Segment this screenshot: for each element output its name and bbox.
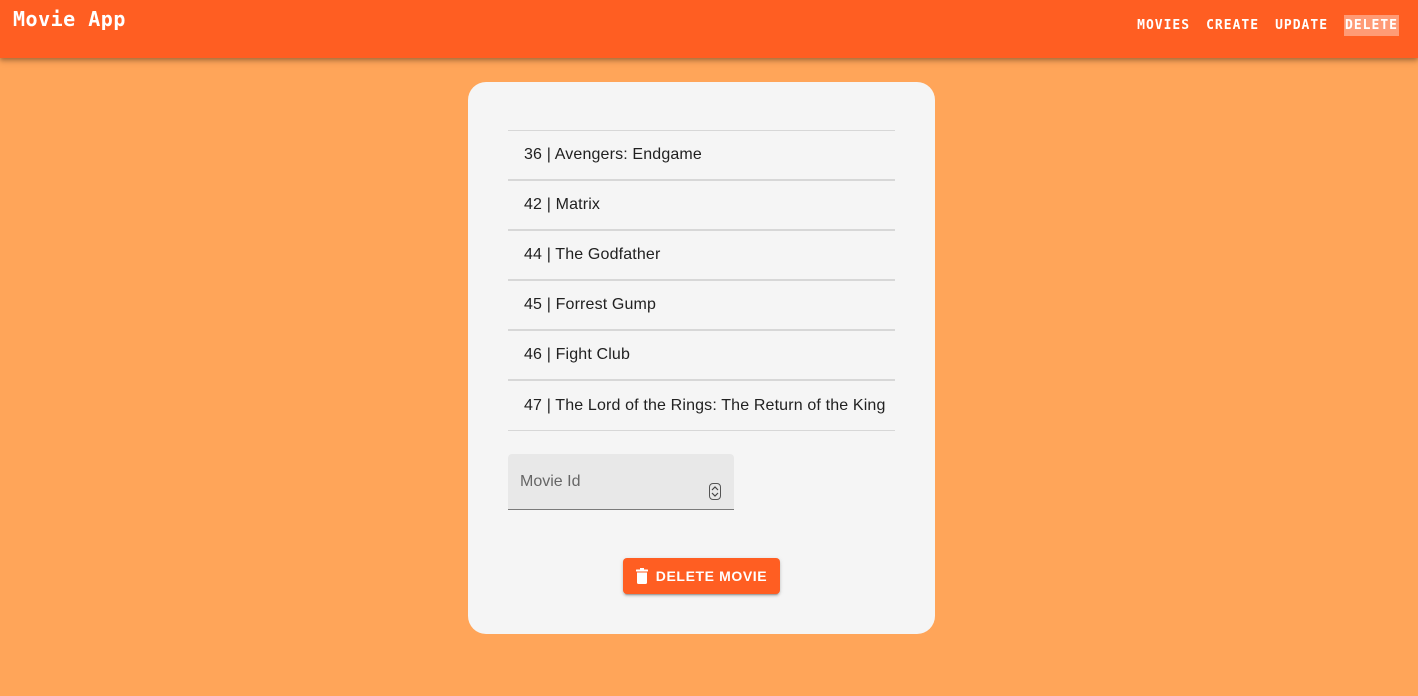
list-item[interactable]: 45 | Forrest Gump [508, 281, 895, 331]
chevron-up-icon[interactable] [711, 486, 719, 491]
movie-id-label: Movie Id [520, 473, 581, 490]
movie-list: 36 | Avengers: Endgame 42 | Matrix 44 | … [508, 130, 895, 431]
app-title: Movie App [13, 7, 126, 31]
nav-link-delete[interactable]: DELETE [1344, 14, 1399, 36]
movie-id-field[interactable]: Movie Id [508, 454, 734, 510]
nav-link-movies[interactable]: MOVIES [1137, 15, 1190, 36]
delete-movie-card: 36 | Avengers: Endgame 42 | Matrix 44 | … [468, 82, 935, 634]
nav-link-create[interactable]: CREATE [1206, 15, 1259, 36]
delete-movie-button[interactable]: DELETE MOVIE [623, 558, 780, 594]
main-nav: MOVIES CREATE UPDATE DELETE [1137, 14, 1399, 36]
app-bar: Movie App MOVIES CREATE UPDATE DELETE [0, 0, 1418, 58]
list-item[interactable]: 42 | Matrix [508, 181, 895, 231]
list-item[interactable]: 36 | Avengers: Endgame [508, 131, 895, 181]
chevron-down-icon[interactable] [711, 492, 719, 497]
list-item[interactable]: 44 | The Godfather [508, 231, 895, 281]
list-item[interactable]: 47 | The Lord of the Rings: The Return o… [508, 381, 895, 431]
list-item[interactable]: 46 | Fight Club [508, 331, 895, 381]
nav-link-update[interactable]: UPDATE [1275, 15, 1328, 36]
number-stepper-icon[interactable] [709, 483, 721, 500]
delete-movie-button-label: DELETE MOVIE [655, 568, 768, 584]
trash-icon [635, 568, 648, 584]
